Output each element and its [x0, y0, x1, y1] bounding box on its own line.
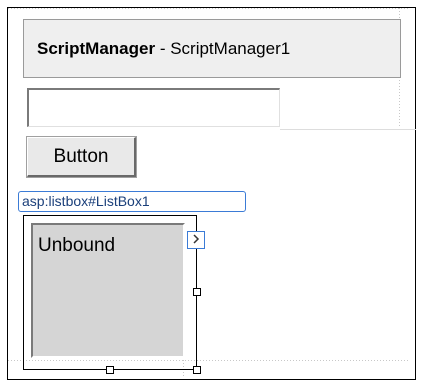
resize-handle-bottom-right[interactable] [193, 366, 201, 374]
button-control[interactable]: Button [26, 136, 137, 178]
script-manager-separator: - [155, 38, 171, 58]
resize-handle-bottom[interactable] [106, 366, 114, 374]
listbox-tag: asp:listbox#ListBox1 [18, 191, 246, 212]
script-manager-type: ScriptManager [37, 38, 156, 58]
script-manager-control[interactable]: ScriptManager - ScriptManager1 [23, 19, 401, 78]
script-manager-id: ScriptManager1 [170, 38, 291, 58]
design-guide-top [8, 8, 408, 9]
listbox-control[interactable]: Unbound [31, 223, 185, 358]
resize-handle-right[interactable] [193, 288, 201, 296]
row-divider [280, 129, 416, 130]
listbox-content: Unbound [38, 235, 116, 256]
smart-tag-button[interactable] [187, 231, 205, 249]
text-box[interactable] [27, 88, 280, 127]
chevron-right-icon [191, 231, 201, 249]
